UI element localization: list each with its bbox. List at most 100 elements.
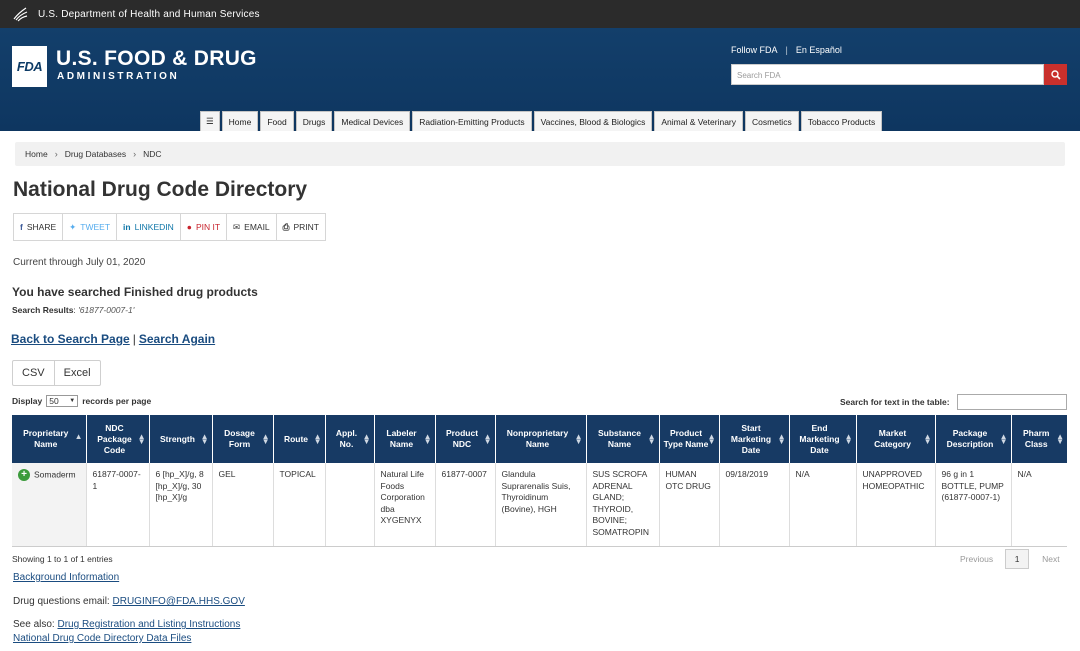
agency-name[interactable]: U.S. FOOD & DRUG (56, 47, 257, 71)
sort-icon: ▲ ▼ (362, 432, 371, 446)
background-info-link[interactable]: Background Information (13, 572, 119, 583)
col-substance-name[interactable]: Substance Name ▲ ▼ (586, 415, 660, 463)
sort-icon: ▲ ▼ (777, 432, 786, 446)
share-linkedin-button[interactable]: in LINKEDIN (117, 214, 181, 240)
agency-subname[interactable]: ADMINISTRATION (57, 71, 179, 82)
sort-icon: ▲ ▼ (483, 432, 492, 446)
col-route[interactable]: Route ▲ ▼ (273, 415, 326, 463)
col-label: Start Marketing Date (730, 422, 772, 455)
search-results-label: Search Results (12, 305, 74, 315)
nav-food[interactable]: Food (260, 111, 294, 131)
page-length-control: Display 50 ▼ records per page (12, 395, 151, 407)
facebook-icon: f (20, 222, 23, 232)
email-link[interactable]: DRUGINFO@FDA.HHS.GOV (113, 596, 245, 607)
col-end-marketing-date[interactable]: End Marketing Date ▲ ▼ (789, 415, 857, 463)
cell-end-marketing-date: N/A (789, 463, 857, 547)
display-suffix: records per page (82, 396, 152, 406)
col-label: Pharm Class (1023, 428, 1050, 449)
col-proprietary-name[interactable]: Proprietary Name ▲ (12, 415, 87, 463)
excel-button[interactable]: Excel (53, 361, 100, 385)
col-label: NDC Package Code (97, 422, 132, 455)
col-appl-no[interactable]: Appl. No. ▲ ▼ (325, 415, 375, 463)
sort-icon: ▲ ▼ (200, 432, 209, 446)
nav-cosmetics[interactable]: Cosmetics (745, 111, 799, 131)
next-button[interactable]: Next (1042, 554, 1059, 564)
page-length-select[interactable]: 50 ▼ (46, 395, 79, 407)
entries-info: Showing 1 to 1 of 1 entries (12, 554, 113, 564)
linkedin-label: LINKEDIN (134, 222, 174, 232)
sort-icon: ▲ ▼ (261, 432, 270, 446)
export-buttons: CSV Excel (12, 360, 101, 386)
cell-dosage-form: GEL (212, 463, 274, 547)
cell-proprietary-name[interactable]: + Somaderm (12, 463, 87, 547)
csv-button[interactable]: CSV (13, 361, 54, 385)
nav-radiation-emitting[interactable]: Radiation-Emitting Products (412, 111, 532, 131)
breadcrumb-home[interactable]: Home (25, 149, 48, 159)
col-start-marketing-date[interactable]: Start Marketing Date ▲ ▼ (719, 415, 790, 463)
breadcrumb-drug-databases[interactable]: Drug Databases (65, 149, 126, 159)
page-1-button[interactable]: 1 (1005, 549, 1030, 569)
sort-icon: ▲ ▼ (137, 432, 146, 446)
hhs-title[interactable]: U.S. Department of Health and Human Serv… (38, 9, 260, 20)
search-again-link[interactable]: Search Again (139, 332, 215, 346)
previous-button[interactable]: Previous (960, 554, 993, 564)
display-prefix: Display (12, 396, 43, 406)
cell-strength: 6 [hp_X]/g, 8 [hp_X]/g, 30 [hp_X]/g (149, 463, 213, 547)
col-ndc-package-code[interactable]: NDC Package Code ▲ ▼ (86, 415, 150, 463)
chevron-right-icon: › (54, 149, 58, 159)
print-button[interactable]: ⎙ PRINT (277, 214, 325, 240)
cell-text: Somaderm (34, 469, 76, 480)
col-market-category[interactable]: Market Category ▲ ▼ (856, 415, 936, 463)
hamburger-icon: ☰ (206, 116, 214, 126)
follow-fda-link[interactable]: Follow FDA (731, 45, 778, 55)
expand-row-icon[interactable]: + (18, 469, 30, 481)
data-files-link[interactable]: National Drug Code Directory Data Files (13, 633, 191, 644)
page-title: National Drug Code Directory (13, 178, 308, 201)
col-product-type-name[interactable]: Product Type Name ▲ ▼ (659, 415, 720, 463)
share-facebook-button[interactable]: f SHARE (14, 214, 64, 240)
breadcrumb-ndc: NDC (143, 149, 162, 159)
share-pinterest-button[interactable]: ● PIN IT (181, 214, 228, 240)
fda-logo[interactable]: FDA (12, 46, 47, 87)
see-also-label: See also: (13, 619, 55, 630)
col-strength[interactable]: Strength ▲ ▼ (149, 415, 213, 463)
table-search-input[interactable] (957, 394, 1067, 410)
print-label: PRINT (293, 222, 319, 232)
nav-tobacco[interactable]: Tobacco Products (800, 111, 883, 131)
share-twitter-button[interactable]: ✦ TWEET (63, 214, 118, 240)
col-package-description[interactable]: Package Description ▲ ▼ (935, 415, 1012, 463)
cell-start-marketing-date: 09/18/2019 (719, 463, 790, 547)
search-input[interactable]: Search FDA (731, 64, 1044, 85)
col-product-ndc[interactable]: Product NDC ▲ ▼ (435, 415, 496, 463)
back-to-search-link[interactable]: Back to Search Page (11, 332, 130, 346)
search-button[interactable] (1044, 64, 1067, 85)
searched-heading: You have searched Finished drug products (12, 285, 258, 299)
header-links: Follow FDA | En Español (731, 45, 842, 55)
sort-asc-icon: ▲ (74, 432, 83, 441)
email-label: Drug questions email: (13, 596, 110, 607)
sort-icon: ▲ ▼ (844, 432, 853, 446)
registration-instructions-link[interactable]: Drug Registration and Listing Instructio… (57, 619, 240, 630)
page-length-value: 50 (49, 396, 59, 406)
col-pharm-class[interactable]: Pharm Class ▲ ▼ (1011, 415, 1067, 463)
nav-home[interactable]: Home (221, 111, 259, 131)
nav-medical-devices[interactable]: Medical Devices (334, 111, 411, 131)
pinit-label: PIN IT (195, 222, 221, 232)
hhs-eagle-icon (13, 7, 28, 22)
espanol-link[interactable]: En Español (796, 45, 842, 55)
col-label: Product Type Name (663, 428, 709, 449)
col-nonproprietary-name[interactable]: Nonproprietary Name ▲ ▼ (495, 415, 587, 463)
share-email-button[interactable]: ✉ EMAIL (227, 214, 277, 240)
tweet-label: TWEET (80, 222, 111, 232)
sort-icon: ▲ ▼ (574, 432, 583, 446)
sort-icon: ▲ ▼ (647, 432, 656, 446)
nav-animal-veterinary[interactable]: Animal & Veterinary (654, 111, 744, 131)
col-dosage-form[interactable]: Dosage Form ▲ ▼ (212, 415, 274, 463)
sort-icon: ▲ ▼ (313, 432, 322, 446)
nav-drugs[interactable]: Drugs (295, 111, 333, 131)
cell-market-category: UNAPPROVED HOMEOPATHIC (856, 463, 936, 547)
pinterest-icon: ● (186, 222, 192, 232)
nav-vaccines[interactable]: Vaccines, Blood & Biologics (533, 111, 653, 131)
menu-button[interactable]: ☰ (200, 111, 220, 131)
col-labeler-name[interactable]: Labeler Name ▲ ▼ (374, 415, 436, 463)
